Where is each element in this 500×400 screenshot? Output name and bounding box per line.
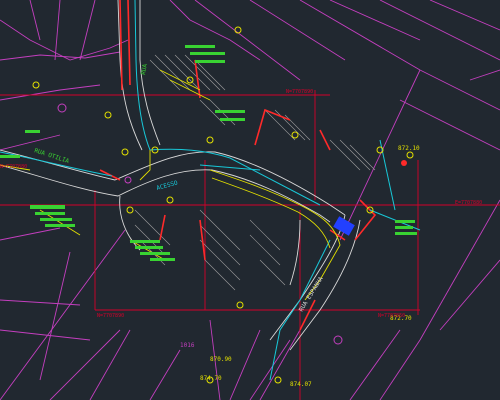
street-label-acesso: ACESSO — [156, 179, 179, 191]
street-label-rua-otilia: RUA OTILIA — [33, 147, 70, 165]
blue-structure — [333, 216, 355, 236]
parcel-lines — [0, 0, 500, 400]
highlight-point[interactable] — [401, 160, 407, 166]
grid-label-top-1: N=7707890 — [286, 89, 313, 95]
cad-drawing[interactable]: RUA OTILIA ACESSO RUA ESPANHA RUA 1016 8… — [0, 0, 500, 400]
curb-lines — [99, 0, 377, 331]
cad-viewport[interactable]: RUA OTILIA ACESSO RUA ESPANHA RUA 1016 8… — [0, 0, 500, 400]
grid-label-left-1: N=7707890 — [97, 313, 124, 319]
elevation-label-2: 874.70 — [200, 375, 222, 382]
grid-label-right-1: E=7707880 — [455, 200, 482, 206]
parcel-number-1016: 1016 — [180, 342, 195, 349]
grid-label-right-2: N=7707850 — [378, 313, 405, 319]
elevation-label-1: 870.90 — [210, 356, 232, 363]
grid-label-left-2: N=7707880 — [0, 164, 27, 170]
elevation-label-3: 872.10 — [398, 145, 420, 152]
street-label-vertical: RUA — [140, 63, 149, 75]
elevation-label-4: 874.07 — [290, 381, 312, 388]
building-hatch — [134, 54, 376, 291]
